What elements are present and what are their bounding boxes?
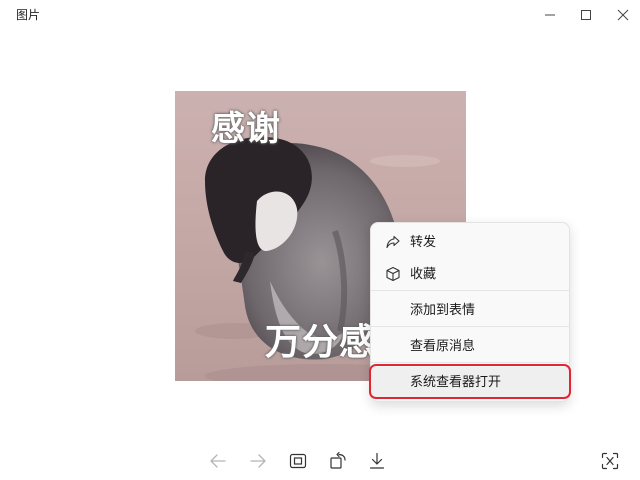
- menu-item-label: 转发: [410, 235, 437, 250]
- text-recognize-button[interactable]: [600, 451, 620, 471]
- download-icon: [369, 452, 385, 469]
- fit-screen-icon: [289, 453, 307, 469]
- menu-item-label: 收藏: [410, 267, 437, 282]
- rotate-icon: [330, 451, 346, 469]
- menu-separator: [371, 362, 569, 363]
- next-button[interactable]: [248, 451, 268, 471]
- fit-screen-button[interactable]: [288, 451, 308, 471]
- minimize-icon: [545, 14, 555, 16]
- caption-top: 感谢: [211, 109, 281, 149]
- rotate-button[interactable]: [328, 451, 348, 471]
- close-icon: [617, 9, 629, 21]
- arrow-right-icon: [250, 454, 266, 468]
- menu-item-label: 添加到表情: [410, 303, 476, 318]
- menu-item-open-system-viewer[interactable]: 系统查看器打开: [371, 367, 569, 397]
- maximize-icon: [581, 10, 591, 20]
- download-button[interactable]: [367, 451, 387, 471]
- title-bar: 图片: [0, 0, 640, 30]
- menu-separator: [371, 326, 569, 327]
- previous-button[interactable]: [208, 451, 228, 471]
- close-button[interactable]: [600, 0, 640, 30]
- menu-item-view-original[interactable]: 查看原消息: [371, 331, 569, 361]
- context-menu: 转发 收藏 添加到表情 查看原消息 系统查看器打开: [370, 222, 570, 402]
- menu-item-favorite[interactable]: 收藏: [371, 259, 569, 289]
- window-title: 图片: [16, 8, 41, 22]
- background-content-strip: [0, 474, 640, 480]
- menu-item-add-sticker[interactable]: 添加到表情: [371, 295, 569, 325]
- menu-item-label: 系统查看器打开: [410, 375, 502, 390]
- menu-separator: [371, 290, 569, 291]
- menu-item-forward[interactable]: 转发: [371, 227, 569, 257]
- cube-icon: [386, 266, 400, 282]
- arrow-left-icon: [210, 454, 226, 468]
- share-arrow-icon: [386, 235, 400, 249]
- text-recognize-icon: [601, 452, 619, 470]
- menu-item-label: 查看原消息: [410, 339, 476, 354]
